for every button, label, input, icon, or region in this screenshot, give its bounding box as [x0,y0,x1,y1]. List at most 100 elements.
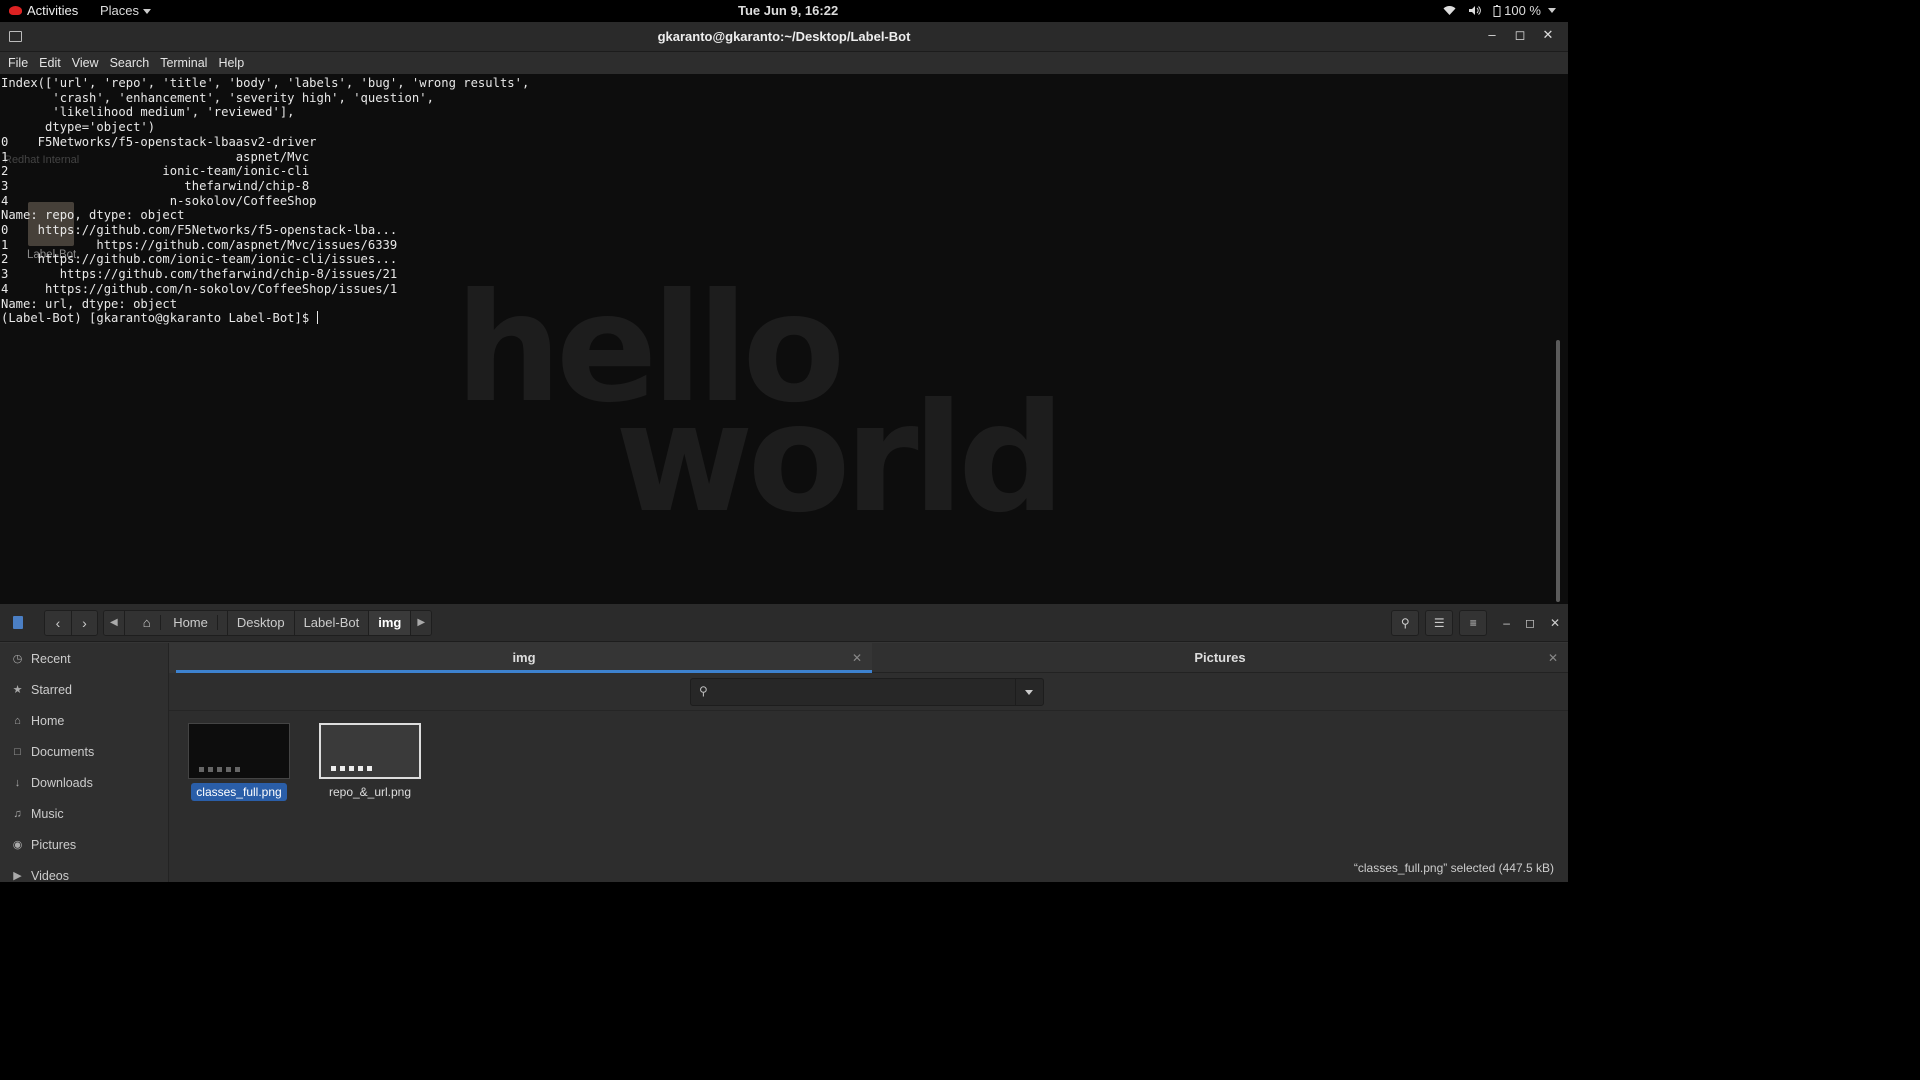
path-scroll-left-button[interactable]: ◀ [104,611,125,635]
terminal-output: Index(['url', 'repo', 'title', 'body', '… [1,76,529,326]
breadcrumb: ◀ ⌂ Home Desktop Label-Bot img ▶ [103,610,433,636]
file-name: classes_full.png [191,783,287,801]
terminal-line: 3 thefarwind/chip-8 [1,178,310,193]
hamburger-icon: ≡ [1469,616,1477,630]
terminal-line: 1 aspnet/Mvc [1,149,310,164]
wallpaper-graphic: hello world [455,274,1065,546]
camera-icon: ◉ [12,839,23,851]
sidebar-item-documents[interactable]: □ Documents [0,736,168,767]
terminal-line: Name: url, dtype: object [1,296,178,311]
minimize-button[interactable]: – [1503,616,1510,630]
path-desktop[interactable]: Desktop [227,611,295,635]
sidebar-item-recent[interactable]: ◷ Recent [0,643,168,674]
terminal-body[interactable]: hello world Redhat Internal Label-Bot Ind… [0,74,1568,606]
file-thumbnail [319,723,421,779]
menu-terminal[interactable]: Terminal [156,52,211,74]
files-headerbar[interactable]: ‹ › ◀ ⌂ Home Desktop Label-Bot img ▶ ⚲ ☰… [0,604,1568,642]
view-toggle-button[interactable]: ☰ [1425,610,1454,636]
tab-img[interactable]: img ✕ [176,643,872,673]
sidebar-item-label: Recent [31,651,71,666]
terminal-window: gkaranto@gkaranto:~/Desktop/Label-Bot – … [0,22,1568,606]
menu-file[interactable]: File [4,52,32,74]
sidebar-item-starred[interactable]: ★ Starred [0,674,168,705]
sidebar-item-pictures[interactable]: ◉ Pictures [0,829,168,860]
terminal-line: 2 https://github.com/ionic-team/ionic-cl… [1,252,398,267]
menu-edit[interactable]: Edit [35,52,65,74]
minimize-button[interactable]: – [1484,27,1500,43]
terminal-line: 4 https://github.com/n-sokolov/CoffeeSho… [1,281,398,296]
sidebar-item-label: Pictures [31,837,77,852]
terminal-line: 'crash', 'enhancement', 'severity high',… [1,90,434,105]
terminal-line: 2 ionic-team/ionic-cli [1,164,310,179]
places-label: Places [100,3,140,18]
wifi-icon [1443,6,1456,15]
file-grid: classes_full.png repo_&_url.png “classes… [169,711,1568,882]
sidebar-item-music[interactable]: ♫ Music [0,798,168,829]
home-icon: ⌂ [133,615,161,630]
path-label-bot[interactable]: Label-Bot [294,611,370,635]
video-icon: ▶ [13,870,22,882]
clock-icon: ◷ [12,653,23,665]
files-window: ‹ › ◀ ⌂ Home Desktop Label-Bot img ▶ ⚲ ☰… [0,604,1568,883]
terminal-line: 0 F5Networks/f5-openstack-lbaasv2-driver [1,134,317,149]
search-filter-dropdown[interactable] [1015,679,1043,705]
close-icon[interactable]: ✕ [852,643,862,673]
tab-label: Pictures [1194,650,1246,665]
volume-icon [1469,6,1481,15]
sidebar-item-label: Home [31,713,65,728]
back-button[interactable]: ‹ [45,611,71,635]
prompt-line[interactable]: (Label-Bot) [gkaranto@gkaranto Label-Bot… [1,311,529,326]
sidebar-item-downloads[interactable]: ↓ Downloads [0,767,168,798]
terminal-menubar: File Edit View Search Terminal Help [0,52,1568,74]
battery-percent: 100 % [1504,3,1541,18]
file-item[interactable]: classes_full.png [188,723,290,801]
tab-bar: img ✕ Pictures ✕ [176,643,1568,673]
forward-button[interactable]: › [71,611,97,635]
maximize-button[interactable]: ◻ [1512,27,1528,43]
activities-label: Activities [27,3,79,18]
sidebar-item-label: Documents [31,744,95,759]
terminal-titlebar[interactable]: gkaranto@gkaranto:~/Desktop/Label-Bot – … [0,22,1568,52]
music-icon: ♫ [13,807,22,820]
battery-status: 100 % [1493,3,1556,18]
close-button[interactable]: ✕ [1550,616,1560,630]
menu-button[interactable]: ≡ [1459,610,1488,636]
window-title: gkaranto@gkaranto:~/Desktop/Label-Bot [657,29,911,44]
system-menu[interactable]: 100 % [1443,3,1556,18]
terminal-scrollbar[interactable] [1556,340,1560,602]
terminal-line: 3 https://github.com/thefarwind/chip-8/i… [1,267,398,282]
terminal-line: 4 n-sokolov/CoffeeShop [1,193,317,208]
search-button[interactable]: ⚲ [1391,610,1420,636]
sidebar-item-label: Starred [31,682,72,697]
places-sidebar: ◷ Recent ★ Starred ⌂ Home □ Documents ↓ Downl… [0,643,169,883]
text-cursor [316,311,318,325]
path-scroll-right-button[interactable]: ▶ [411,611,432,635]
menu-search[interactable]: Search [106,52,154,74]
status-bar: “classes_full.png” selected (447.5 kB) [1353,859,1554,877]
tab-pictures[interactable]: Pictures ✕ [872,643,1568,673]
star-icon: ★ [12,684,23,696]
places-menu[interactable]: Places [100,3,152,18]
file-item[interactable]: repo_&_url.png [317,723,423,801]
shell-prompt: (Label-Bot) [gkaranto@gkaranto Label-Bot… [1,311,317,326]
path-img[interactable]: img [369,611,412,635]
sidebar-item-home[interactable]: ⌂ Home [0,705,168,736]
clock[interactable]: Tue Jun 9, 16:22 [738,3,838,18]
menu-view[interactable]: View [68,52,103,74]
path-home-label: Home [164,615,218,630]
chevron-down-icon [1025,690,1033,695]
file-thumbnail [188,723,290,779]
wallpaper-word-2: world [615,372,1065,546]
close-icon[interactable]: ✕ [1548,643,1558,673]
search-input[interactable]: ⚲ [690,678,1044,706]
sidebar-item-videos[interactable]: ▶ Videos [0,860,168,891]
maximize-button[interactable]: ◻ [1525,616,1535,630]
close-button[interactable]: ✕ [1540,27,1556,43]
top-bar: Activities Places Tue Jun 9, 16:22 100 % [0,0,1568,22]
terminal-line: Name: repo, dtype: object [1,208,185,223]
path-home[interactable]: ⌂ Home [124,611,228,635]
menu-help[interactable]: Help [214,52,248,74]
activities-button[interactable]: Activities [9,3,78,18]
battery-icon [1493,4,1501,17]
search-icon: ⚲ [699,684,708,698]
